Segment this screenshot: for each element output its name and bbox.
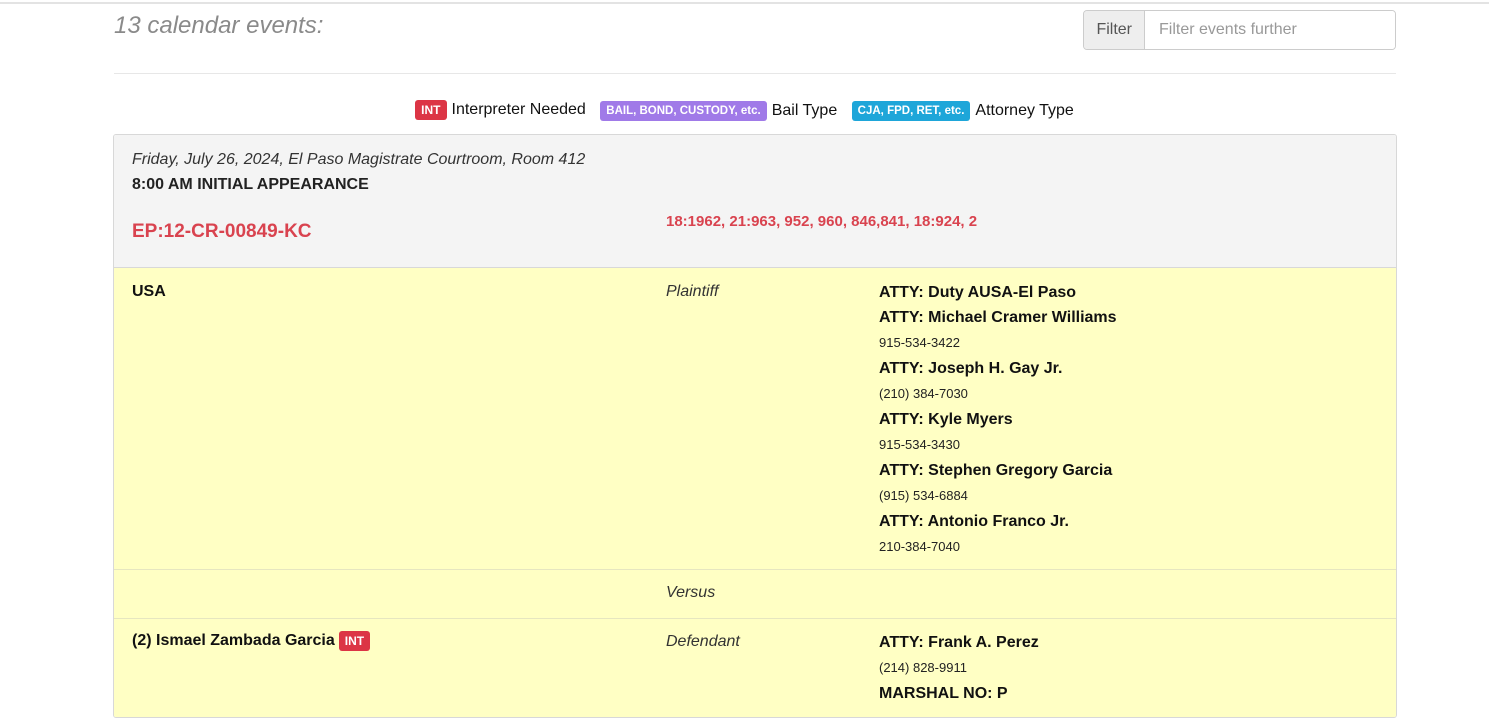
filter-input[interactable]: [1145, 11, 1395, 49]
attorney-type-badge: CJA, FPD, RET, etc.: [851, 101, 971, 121]
events-count: 13 calendar events:: [114, 12, 324, 39]
defendant-int-badge: INT: [338, 631, 371, 651]
defendant-attorneys: ATTY: Frank A. Perez (214) 828-9911 MARS…: [879, 630, 1039, 706]
attorney-name: ATTY: Michael Cramer Williams: [879, 309, 1117, 326]
header-divider: [114, 73, 1396, 74]
attorney-phone: (214) 828-9911: [879, 660, 967, 675]
legend-item-interpreter: INT Interpreter Needed: [415, 100, 586, 120]
attorney-phone: 915-534-3422: [879, 335, 960, 350]
top-border: [0, 2, 1489, 4]
defendant-name-wrap: (2) Ismael Zambada Garcia INT: [132, 631, 371, 651]
legend-item-bail: BAIL, BOND, CUSTODY, etc. Bail Type: [600, 101, 837, 121]
attorney-name: ATTY: Stephen Gregory Garcia: [879, 462, 1113, 479]
plaintiff-role: Plaintiff: [666, 283, 719, 300]
parties-section: USA Plaintiff ATTY: Duty AUSA-El Paso AT…: [114, 268, 1396, 717]
plaintiff-name: USA: [132, 283, 166, 300]
versus-label: Versus: [666, 584, 716, 601]
case-number: EP:12-CR-00849-KC: [132, 221, 312, 242]
attorney-name: ATTY: Duty AUSA-El Paso: [879, 284, 1077, 301]
bail-badge: BAIL, BOND, CUSTODY, etc.: [600, 101, 767, 121]
events-header: 13 calendar events: Filter: [114, 10, 1396, 72]
statutes: 18:1962, 21:963, 952, 960, 846,841, 18:9…: [666, 213, 978, 230]
versus-row: Versus: [114, 569, 1396, 618]
defendant-row: (2) Ismael Zambada Garcia INT Defendant …: [114, 618, 1396, 717]
attorney-name: ATTY: Frank A. Perez: [879, 634, 1039, 651]
attorney-phone: (915) 534-6884: [879, 488, 968, 503]
attorney-name: ATTY: Joseph H. Gay Jr.: [879, 360, 1063, 377]
defendant-name: (2) Ismael Zambada Garcia: [132, 632, 335, 649]
attorney-phone: (210) 384-7030: [879, 386, 968, 401]
defendant-role: Defendant: [666, 633, 740, 650]
legend-item-attorney: CJA, FPD, RET, etc. Attorney Type: [851, 101, 1074, 121]
legend-label-attorney: Attorney Type: [975, 102, 1074, 119]
int-badge: INT: [415, 100, 447, 120]
event-time-type: 8:00 AM INITIAL APPEARANCE: [132, 176, 369, 193]
filter-label: Filter: [1084, 11, 1145, 49]
attorney-name: ATTY: Kyle Myers: [879, 411, 1013, 428]
attorney-phone: 210-384-7040: [879, 539, 960, 554]
legend-label-bail: Bail Type: [771, 102, 838, 119]
legend: INT Interpreter Needed BAIL, BOND, CUSTO…: [0, 100, 1489, 121]
filter-group: Filter: [1083, 10, 1396, 50]
calendar-event-card: Friday, July 26, 2024, El Paso Magistrat…: [113, 134, 1397, 718]
plaintiff-attorneys: ATTY: Duty AUSA-El Paso ATTY: Michael Cr…: [879, 280, 1117, 560]
attorney-name: ATTY: Antonio Franco Jr.: [879, 513, 1069, 530]
marshal-number: MARSHAL NO: P: [879, 685, 1008, 702]
plaintiff-row: USA Plaintiff ATTY: Duty AUSA-El Paso AT…: [114, 268, 1396, 569]
event-date-location: Friday, July 26, 2024, El Paso Magistrat…: [132, 151, 586, 168]
event-header: Friday, July 26, 2024, El Paso Magistrat…: [114, 135, 1396, 268]
attorney-phone: 915-534-3430: [879, 437, 960, 452]
legend-label-interpreter: Interpreter Needed: [451, 101, 586, 118]
